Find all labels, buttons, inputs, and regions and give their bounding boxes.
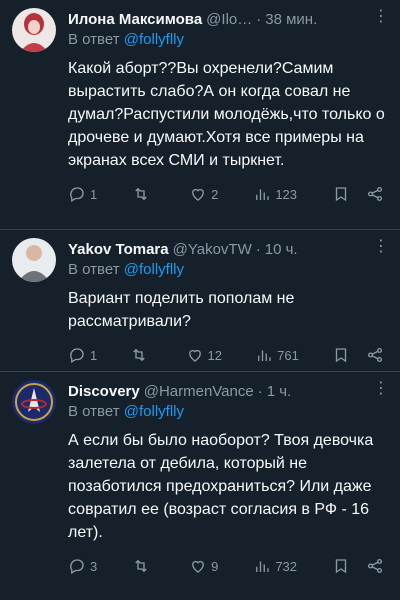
author-handle[interactable]: @HarmenVance: [144, 383, 254, 400]
heart-icon: [192, 560, 205, 573]
avatar[interactable]: [12, 380, 56, 424]
like-button[interactable]: 9: [189, 557, 218, 575]
reply-count: 1: [90, 347, 98, 363]
tweet[interactable]: Yakov Tomara @YakovTW · 10 ч. ⋮ В ответ …: [0, 230, 400, 372]
bookmark-icon[interactable]: [332, 346, 350, 364]
views-chart-icon: [256, 561, 270, 572]
more-options-icon[interactable]: ⋮: [373, 378, 389, 398]
retweet-icon: [133, 348, 146, 362]
tweet-actions: 3 9 732: [68, 544, 388, 588]
retweet-button[interactable]: [132, 557, 154, 575]
avatar[interactable]: [12, 8, 56, 52]
heart-icon: [192, 188, 205, 201]
view-count: 732: [275, 558, 298, 574]
view-count: 761: [277, 347, 299, 363]
tweet[interactable]: Илона Максимова @Ilo… · 38 мин. ⋮ В отве…: [0, 0, 400, 230]
reply-prefix: В ответ: [68, 403, 120, 420]
views-button[interactable]: 123: [253, 185, 297, 203]
reply-prefix: В ответ: [68, 31, 120, 48]
author-name[interactable]: Yakov Tomara: [68, 241, 169, 258]
like-count: 2: [211, 186, 219, 202]
bookmark-icon[interactable]: [332, 185, 350, 203]
timestamp[interactable]: 10 ч.: [265, 241, 298, 258]
mention-link[interactable]: @follyflly: [124, 261, 184, 278]
share-icon[interactable]: [366, 346, 384, 364]
more-options-icon[interactable]: ⋮: [373, 6, 389, 26]
tweet-text: А если бы было наоборот? Твоя девочка за…: [68, 432, 378, 541]
like-count: 9: [211, 558, 219, 574]
tweet-text: Какой аборт??Вы охренели?Самим вырастить…: [68, 60, 390, 169]
like-button[interactable]: 2: [189, 185, 218, 203]
retweet-button[interactable]: [130, 346, 152, 364]
reply-count: 1: [90, 186, 98, 202]
tweet-text: Вариант поделить пополам не рассматривал…: [68, 290, 299, 330]
reply-icon: [70, 348, 84, 363]
share-icon[interactable]: [366, 185, 384, 203]
heart-icon: [188, 349, 201, 362]
separator-dot: ·: [257, 382, 263, 400]
reply-button[interactable]: 3: [68, 557, 97, 575]
more-options-icon[interactable]: ⋮: [373, 236, 389, 256]
tweet-actions: 1 12 761: [68, 333, 388, 377]
view-count: 123: [275, 186, 298, 202]
reply-button[interactable]: 1: [68, 185, 97, 203]
mention-link[interactable]: @follyflly: [124, 403, 184, 420]
reply-prefix: В ответ: [68, 261, 120, 278]
reply-context: В ответ @follyflly: [68, 261, 388, 281]
separator-dot: ·: [255, 240, 261, 258]
timestamp[interactable]: 1 ч.: [267, 383, 292, 400]
mention-link[interactable]: @follyflly: [124, 31, 184, 48]
retweet-icon: [135, 187, 147, 201]
author-handle[interactable]: @YakovTW: [173, 241, 252, 258]
reply-count: 3: [90, 558, 98, 574]
retweet-icon: [135, 559, 147, 573]
tweet[interactable]: Discovery @HarmenVance · 1 ч. ⋮ В ответ …: [0, 372, 400, 600]
author-name[interactable]: Илона Максимова: [68, 11, 202, 28]
views-chart-icon: [258, 350, 271, 361]
views-chart-icon: [256, 189, 270, 200]
bookmark-icon[interactable]: [332, 557, 350, 575]
share-icon[interactable]: [366, 557, 384, 575]
author-handle[interactable]: @Ilo…: [206, 11, 252, 28]
reply-icon: [70, 187, 84, 202]
tweet-actions: 1 2 123: [68, 172, 388, 216]
reply-context: В ответ @follyflly: [68, 31, 388, 51]
author-name[interactable]: Discovery: [68, 383, 140, 400]
timestamp[interactable]: 38 мин.: [265, 11, 317, 28]
avatar[interactable]: [12, 238, 56, 282]
like-button[interactable]: 12: [186, 346, 222, 364]
reply-context: В ответ @follyflly: [68, 403, 388, 423]
views-button[interactable]: 732: [253, 557, 297, 575]
separator-dot: ·: [256, 10, 262, 28]
reply-icon: [70, 559, 84, 574]
retweet-button[interactable]: [132, 185, 154, 203]
views-button[interactable]: 761: [255, 346, 299, 364]
like-count: 12: [207, 347, 222, 363]
reply-button[interactable]: 1: [68, 346, 97, 364]
